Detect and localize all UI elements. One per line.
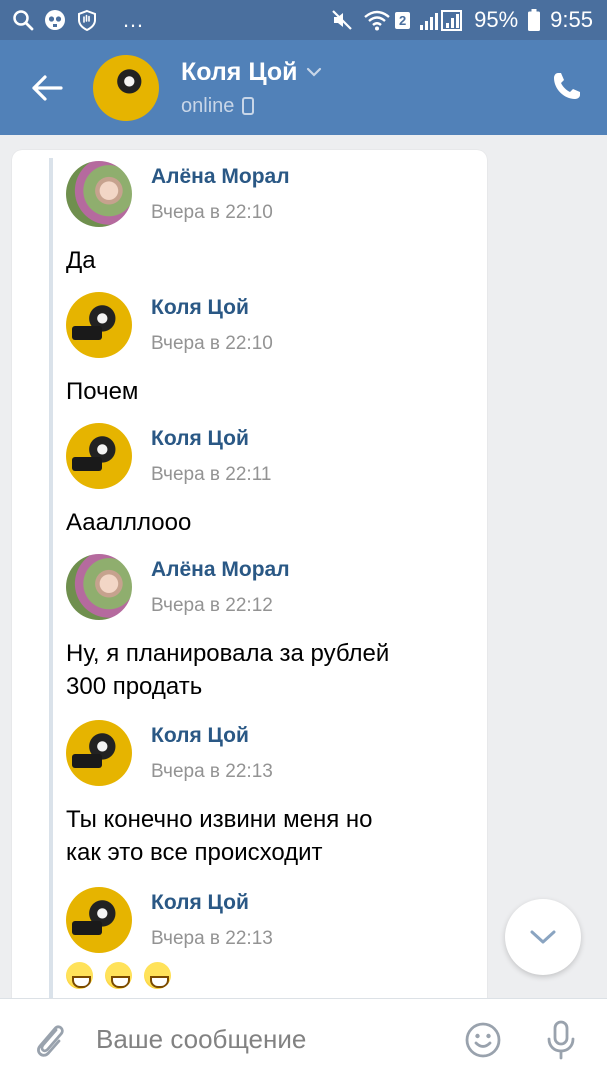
forwarded-messages-bubble: Алёна Морал Вчера в 22:10 Да Коля Цой Вч… bbox=[12, 150, 487, 1018]
attach-button[interactable] bbox=[20, 1021, 80, 1059]
message-time: Вчера в 22:13 bbox=[151, 927, 273, 949]
more-notifications-icon: … bbox=[122, 7, 144, 32]
author-name[interactable]: Коля Цой bbox=[151, 296, 273, 320]
signal-icon bbox=[420, 9, 464, 31]
message-composer: Ваше сообщение bbox=[0, 998, 607, 1080]
grinning-face-emoji-icon bbox=[66, 962, 93, 989]
message-text-line: Ты конечно извини меня но bbox=[66, 806, 373, 833]
message-time: Вчера в 22:12 bbox=[151, 594, 273, 616]
skull-icon bbox=[44, 9, 66, 31]
contact-status: online bbox=[181, 94, 235, 117]
paperclip-icon bbox=[37, 1024, 64, 1057]
message-time: Вчера в 22:10 bbox=[151, 332, 273, 354]
avatar[interactable] bbox=[66, 720, 132, 786]
avatar[interactable] bbox=[66, 423, 132, 489]
message-text: Ну, я планировала за рублей 300 продать bbox=[66, 637, 466, 703]
message-text-line: как это все происходит bbox=[66, 839, 323, 866]
smile-icon bbox=[465, 1022, 501, 1057]
shield-hand-icon bbox=[76, 9, 98, 31]
back-button[interactable] bbox=[12, 40, 82, 135]
message-text-line: Ну, я планировала за рублей bbox=[66, 640, 390, 667]
grinning-face-emoji-icon bbox=[105, 962, 132, 989]
forward-indicator-line bbox=[49, 158, 53, 1018]
phone-icon bbox=[554, 73, 580, 99]
contact-info[interactable]: Коля Цой online bbox=[181, 58, 322, 118]
message-text: Почем bbox=[66, 378, 139, 405]
message-item: Коля Цой Вчера в 22:13 bbox=[66, 886, 273, 989]
search-icon bbox=[12, 9, 34, 31]
message-time: Вчера в 22:10 bbox=[151, 201, 273, 223]
battery-percent: 95% bbox=[474, 7, 519, 32]
scroll-to-bottom-button[interactable] bbox=[505, 899, 581, 975]
arrow-left-icon bbox=[32, 74, 63, 101]
clock: 9:55 bbox=[550, 7, 593, 32]
message-item: Коля Цой Вчера в 22:10 Почем bbox=[66, 291, 466, 408]
message-text: Да bbox=[66, 247, 96, 274]
emoji-button[interactable] bbox=[463, 1021, 503, 1059]
wifi-icon bbox=[363, 9, 391, 31]
contact-name: Коля Цой bbox=[181, 57, 298, 86]
author-name[interactable]: Коля Цой bbox=[151, 891, 273, 915]
author-name[interactable]: Коля Цой bbox=[151, 427, 271, 451]
sim-badge: 2 bbox=[395, 11, 411, 29]
grinning-face-emoji-icon bbox=[144, 962, 171, 989]
message-time: Вчера в 22:11 bbox=[151, 463, 272, 485]
message-text: Ааалллооо bbox=[66, 509, 192, 536]
contact-avatar[interactable] bbox=[93, 54, 159, 121]
author-name[interactable]: Коля Цой bbox=[151, 724, 273, 748]
message-text-line: 300 продать bbox=[66, 673, 203, 700]
emoji-row bbox=[66, 962, 273, 989]
message-time: Вчера в 22:13 bbox=[151, 760, 273, 782]
voice-message-button[interactable] bbox=[541, 1020, 581, 1060]
avatar[interactable] bbox=[66, 887, 132, 953]
call-button[interactable] bbox=[551, 70, 583, 107]
message-item: Коля Цой Вчера в 22:13 Ты конечно извини… bbox=[66, 719, 466, 869]
author-name[interactable]: Алёна Морал bbox=[151, 558, 290, 582]
mobile-phone-icon bbox=[242, 97, 255, 115]
chevron-down-icon bbox=[530, 930, 556, 944]
status-bar: … 2 95% 9:55 bbox=[0, 0, 607, 40]
mute-icon bbox=[331, 9, 353, 31]
message-item: Коля Цой Вчера в 22:11 Ааалллооо bbox=[66, 422, 466, 539]
message-item: Алёна Морал Вчера в 22:12 Ну, я планиров… bbox=[66, 553, 466, 703]
message-text: Ты конечно извини меня но как это все пр… bbox=[66, 803, 466, 869]
avatar[interactable] bbox=[66, 292, 132, 358]
battery-icon bbox=[528, 9, 541, 31]
message-item: Алёна Морал Вчера в 22:10 Да bbox=[66, 160, 466, 277]
avatar[interactable] bbox=[66, 554, 132, 620]
chevron-down-icon bbox=[306, 67, 321, 77]
chat-header: Коля Цой online bbox=[0, 40, 607, 135]
author-name[interactable]: Алёна Морал bbox=[151, 165, 290, 189]
microphone-icon bbox=[547, 1020, 575, 1059]
message-input[interactable]: Ваше сообщение bbox=[96, 1024, 463, 1055]
avatar[interactable] bbox=[66, 161, 132, 227]
